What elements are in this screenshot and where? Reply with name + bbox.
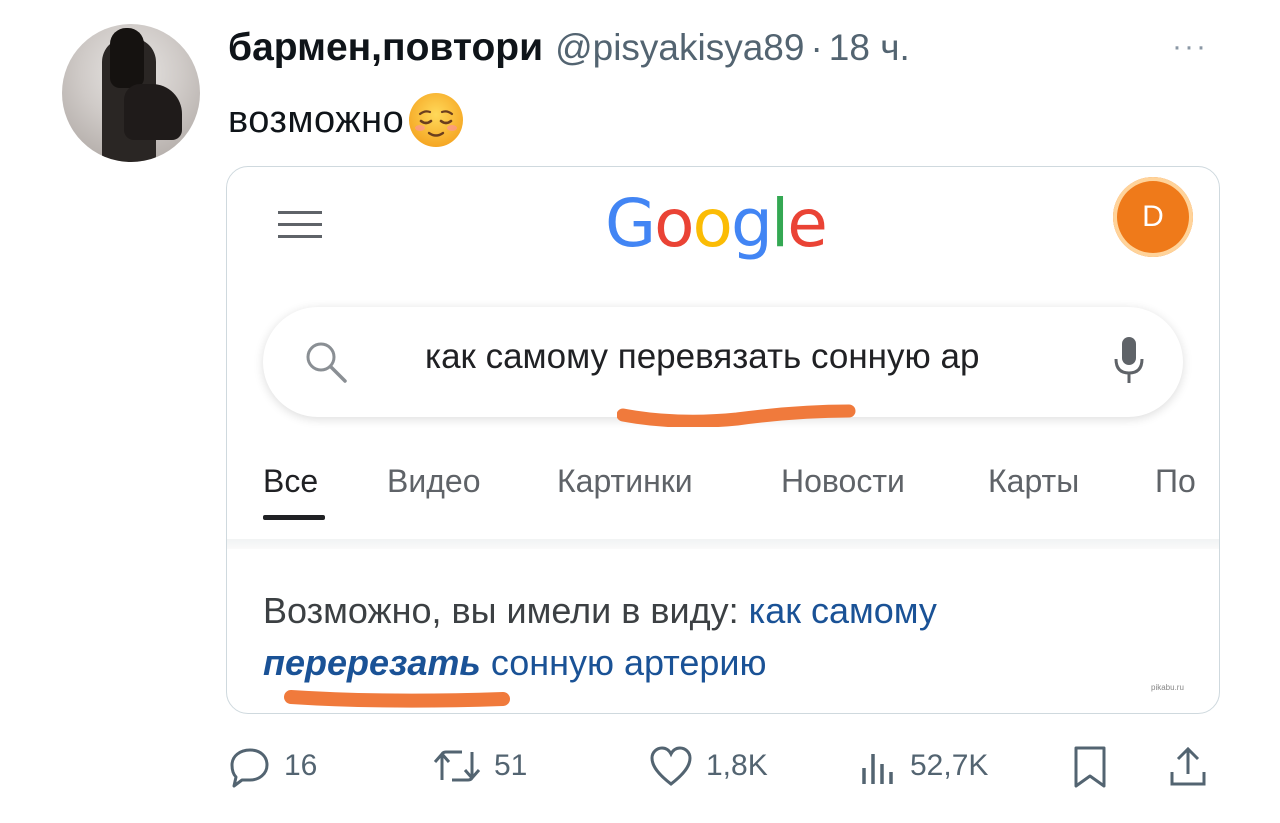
tab-images: Картинки [557,463,693,499]
search-query: как самому перевязать сонную ар [425,337,980,376]
timestamp[interactable]: 18 ч. [829,27,910,69]
logo-letter: o [654,185,694,262]
did-you-mean-prefix: Возможно, вы имели в виду: [263,590,749,631]
share-button[interactable] [1166,744,1222,790]
did-you-mean: Возможно, вы имели в виду: как самому пер… [263,585,1163,689]
like-button[interactable]: 1,8K [648,744,768,788]
tab-all: Все [263,463,319,499]
like-count: 1,8K [706,749,768,782]
logo-letter: l [770,185,789,262]
suggestion-link-2: сонную артерию [480,642,767,683]
heart-icon [650,746,692,786]
logo-letter: o [692,185,733,262]
reply-icon [230,748,269,788]
google-logo: Google [605,185,828,262]
search-tabs: Все Видео Картинки Новости Карты По [263,463,1219,523]
avatar-hair [110,28,144,88]
share-icon [1170,746,1206,786]
avatar-jacket [124,84,182,140]
search-icon [306,342,347,383]
reply-button[interactable]: 16 [228,744,317,788]
divider [227,539,1219,549]
relieved-face-icon [409,93,464,147]
action-bar: 16 51 1,8K 52,7K [228,744,1218,794]
tweet-header: бармен,повтори @pisyakisya89 · 18 ч. [228,26,910,72]
separator-dot: · [810,27,823,68]
display-name[interactable]: бармен,повтори [228,26,543,70]
more-options-icon[interactable]: ··· [1172,30,1208,64]
bookmark-button[interactable] [1070,744,1122,790]
suggestion-emphasis: перерезать [263,642,481,683]
retweet-icon [433,750,481,782]
retweet-button[interactable]: 51 [432,744,527,788]
retweet-count: 51 [494,749,528,782]
tweet-body: возможно [228,98,405,141]
tweet-text: возможно [228,90,466,150]
highlight-underline [617,404,856,427]
bookmark-icon [1074,746,1106,788]
logo-letter: g [730,185,773,262]
suggestion-link-1: как самому [748,590,937,631]
hamburger-menu-icon [278,211,322,241]
logo-letter: e [787,185,828,262]
tab-more: По [1155,463,1196,499]
tab-maps: Карты [988,463,1080,499]
reply-count: 16 [284,749,318,782]
highlight-underline [284,690,510,708]
attached-image[interactable]: Google D как самому перевязать сонную ар… [226,166,1220,714]
watermark: pikabu.ru [1151,683,1184,692]
views-icon [862,754,893,784]
user-handle[interactable]: @pisyakisya89 [555,27,804,69]
logo-letter: G [605,185,656,262]
tab-news: Новости [781,463,905,499]
microphone-icon [1114,337,1144,383]
active-tab-indicator [263,515,325,520]
tab-video: Видео [387,463,481,499]
avatar[interactable] [62,24,200,162]
profile-avatar: D [1113,177,1193,257]
views-button[interactable]: 52,7K [858,744,988,788]
views-count: 52,7K [910,749,989,782]
